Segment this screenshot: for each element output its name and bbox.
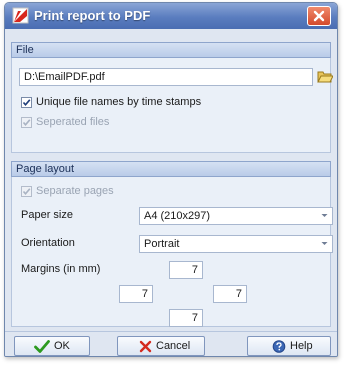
orientation-select[interactable]: Portrait (139, 235, 333, 253)
window-title: Print report to PDF (34, 8, 151, 23)
help-button[interactable]: Help (247, 336, 331, 356)
separate-pages-label: Separate pages (36, 185, 114, 197)
cancel-button[interactable]: Cancel (117, 336, 205, 356)
margin-bottom-value: 7 (191, 312, 198, 324)
ok-label: OK (54, 340, 70, 352)
help-label: Help (290, 340, 313, 352)
folder-open-icon[interactable] (317, 69, 334, 84)
file-path-input[interactable]: D:\EmailPDF.pdf (19, 68, 313, 86)
margin-right-value: 7 (235, 288, 242, 300)
file-section-title: File (16, 44, 34, 56)
margin-top-input[interactable]: 7 (169, 261, 203, 279)
layout-section-header: Page layout (11, 161, 331, 177)
title-bar[interactable]: Print report to PDF (5, 3, 337, 29)
x-icon (139, 340, 152, 353)
unique-names-checkbox[interactable] (21, 97, 32, 108)
checkmark-icon (22, 99, 31, 107)
paper-size-label: Paper size (21, 209, 73, 221)
print-pdf-dialog: Print report to PDF File D:\EmailPDF.pdf… (4, 2, 338, 357)
chevron-down-icon (321, 242, 328, 245)
cancel-label: Cancel (156, 340, 191, 352)
margin-left-value: 7 (141, 288, 148, 300)
separated-files-label: Seperated files (36, 116, 110, 128)
pdf-document-icon (12, 7, 29, 24)
close-button[interactable] (307, 6, 331, 26)
unique-names-label: Unique file names by time stamps (36, 96, 202, 108)
margin-bottom-input[interactable]: 7 (169, 309, 203, 327)
margin-right-input[interactable]: 7 (213, 285, 247, 303)
margins-label: Margins (in mm) (21, 263, 101, 275)
orientation-label: Orientation (21, 237, 75, 249)
dialog-footer: OK Cancel Help (5, 331, 337, 356)
checkmark-icon (34, 340, 50, 353)
separated-files-checkbox[interactable] (21, 117, 32, 128)
paper-size-select[interactable]: A4 (210x297) (139, 207, 333, 225)
layout-section-title: Page layout (16, 163, 75, 175)
close-icon (313, 10, 325, 22)
orientation-value: Portrait (144, 238, 180, 250)
checkmark-icon (22, 188, 31, 196)
margin-top-value: 7 (191, 264, 198, 276)
ok-button[interactable]: OK (14, 336, 90, 356)
file-section-header: File (11, 42, 331, 58)
margin-left-input[interactable]: 7 (119, 285, 153, 303)
separate-pages-checkbox[interactable] (21, 186, 32, 197)
file-path-value: D:\EmailPDF.pdf (24, 71, 105, 83)
paper-size-value: A4 (210x297) (144, 210, 211, 222)
checkmark-icon (22, 119, 31, 127)
chevron-down-icon (321, 214, 328, 217)
help-icon (272, 340, 286, 353)
